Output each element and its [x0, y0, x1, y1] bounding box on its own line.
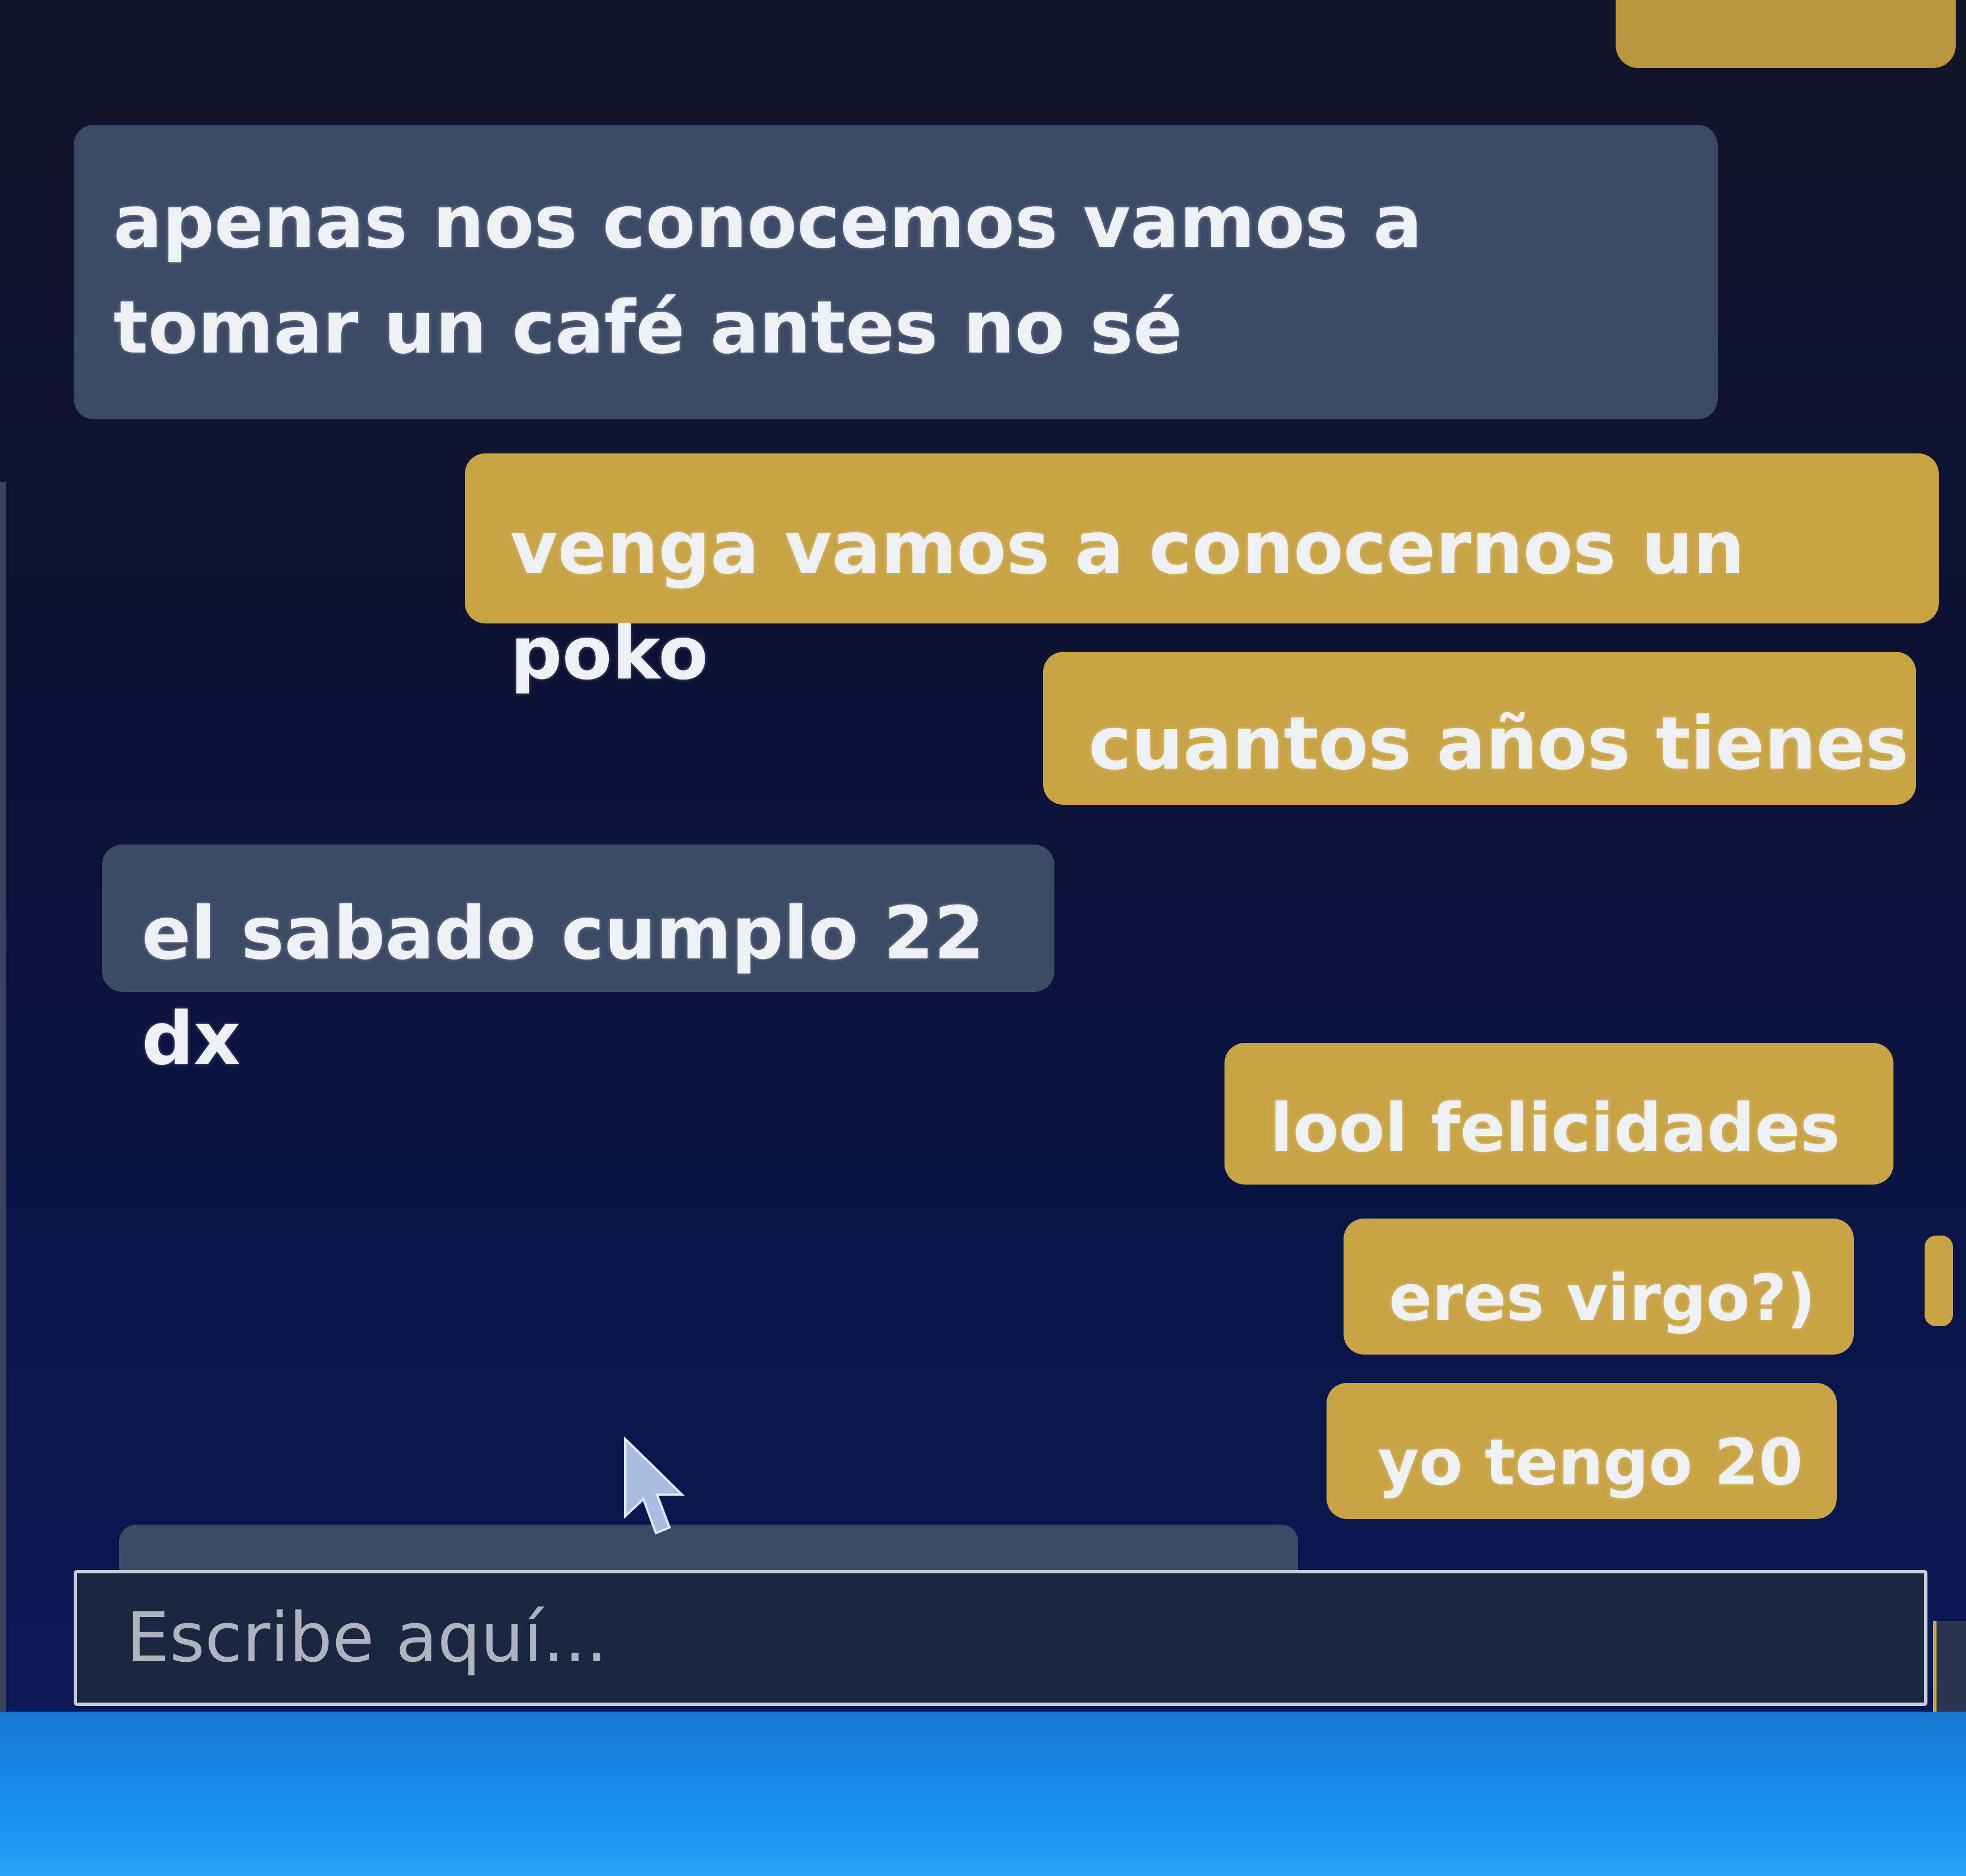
message-input[interactable] — [125, 1598, 1828, 1678]
message-text: yo tengo 20 — [1378, 1426, 1803, 1500]
message-text: lool felicidades — [1270, 1089, 1840, 1167]
chat-message-list[interactable]: apenas nos conocemos vamos a tomar un ca… — [0, 0, 1966, 1712]
message-bubble-outgoing: cuantos años tienes — [1043, 652, 1916, 805]
panel-border — [0, 482, 6, 1712]
message-text: cuantos años tienes — [1088, 702, 1909, 786]
message-text: eres virgo?) — [1389, 1262, 1816, 1335]
partial-outgoing-bubble — [1925, 1236, 1953, 1326]
message-input-container[interactable] — [74, 1570, 1927, 1706]
screen: apenas nos conocemos vamos a tomar un ca… — [0, 0, 1966, 1876]
message-text: apenas nos conocemos vamos a tomar un ca… — [113, 180, 1422, 370]
taskbar — [0, 1712, 1966, 1876]
message-bubble-incoming: apenas nos conocemos vamos a tomar un ca… — [74, 125, 1718, 419]
message-bubble-incoming: el sabado cumplo 22 dx — [102, 844, 1054, 1081]
message-bubble-outgoing: venga vamos a conocernos un poko — [465, 453, 1939, 696]
message-bubble-outgoing: eres virgo?) — [1344, 1219, 1854, 1355]
partial-outgoing-bubble — [1616, 0, 1956, 68]
message-text: el sabado cumplo 22 dx — [142, 892, 985, 1081]
mouse-pointer-icon — [624, 1437, 685, 1535]
message-bubble-outgoing: yo tengo 20 — [1327, 1383, 1837, 1519]
message-bubble-outgoing: lool felicidades — [1224, 1043, 1893, 1185]
